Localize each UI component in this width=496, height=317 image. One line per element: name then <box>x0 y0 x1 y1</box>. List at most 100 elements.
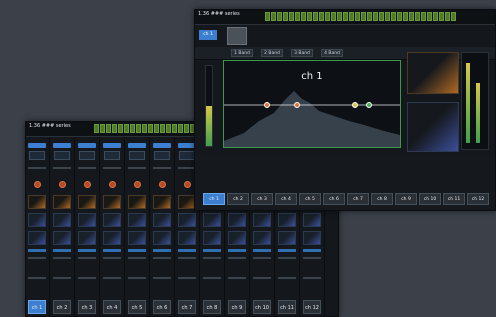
eq-thumb[interactable] <box>178 231 196 245</box>
channel-name-button[interactable]: ch 12 <box>303 300 321 314</box>
gate-graph[interactable] <box>407 52 459 94</box>
channel-name-button[interactable]: ch 8 <box>203 300 221 314</box>
eq-thumb[interactable] <box>53 231 71 245</box>
strip-label <box>128 277 146 279</box>
comp-thumb[interactable] <box>28 213 46 227</box>
comp-thumb[interactable] <box>203 213 221 227</box>
gate-thumb[interactable] <box>103 195 121 209</box>
channel-name-button[interactable]: ch 3 <box>78 300 96 314</box>
input-meter <box>205 65 213 147</box>
send-bar[interactable] <box>103 249 121 252</box>
comp-thumb[interactable] <box>228 213 246 227</box>
send-bar[interactable] <box>153 249 171 252</box>
channel-strip: ch 6 <box>151 137 175 316</box>
channel-select[interactable] <box>28 143 46 148</box>
channel-name-button[interactable]: ch 1 <box>28 300 46 314</box>
send-bar[interactable] <box>228 249 246 252</box>
eq-thumb[interactable] <box>303 231 321 245</box>
gate-thumb[interactable] <box>53 195 71 209</box>
channel-select[interactable] <box>53 143 71 148</box>
channel-name-button[interactable]: ch 9 <box>228 300 246 314</box>
send-bar[interactable] <box>28 249 46 252</box>
eq-band-4-handle[interactable] <box>366 102 372 108</box>
channel-select[interactable] <box>103 143 121 148</box>
gate-thumb[interactable] <box>78 195 96 209</box>
channel-name-button[interactable]: ch 4 <box>103 300 121 314</box>
channel-name-button[interactable]: ch 5 <box>128 300 146 314</box>
gain-knob[interactable] <box>109 181 116 188</box>
channel-name-button[interactable]: ch 7 <box>347 193 369 205</box>
eq-thumb[interactable] <box>78 231 96 245</box>
eq-thumb[interactable] <box>28 231 46 245</box>
send-bar[interactable] <box>253 249 271 252</box>
comp-thumb[interactable] <box>303 213 321 227</box>
eq-band-3-handle[interactable] <box>352 102 358 108</box>
strip-label <box>278 277 296 279</box>
comp-thumb[interactable] <box>253 213 271 227</box>
eq-thumb[interactable] <box>153 231 171 245</box>
channel-name-button[interactable]: ch 9 <box>395 193 417 205</box>
comp-thumb[interactable] <box>153 213 171 227</box>
strip-label <box>28 257 46 259</box>
channel-strip: ch 1 <box>26 137 50 316</box>
channel-tag[interactable]: ch 1 <box>199 30 217 40</box>
tab-band-3[interactable]: 3 Band <box>291 49 313 57</box>
eq-band-1-handle[interactable] <box>264 102 270 108</box>
gain-knob[interactable] <box>34 181 41 188</box>
eq-thumb[interactable] <box>128 231 146 245</box>
send-bar[interactable] <box>203 249 221 252</box>
channel-name-button[interactable]: ch 8 <box>371 193 393 205</box>
channel-name-button[interactable]: ch 1 <box>203 193 225 205</box>
eq-thumb[interactable] <box>203 231 221 245</box>
channel-name-button[interactable]: ch 7 <box>178 300 196 314</box>
strip-label <box>53 167 71 169</box>
eq-graph[interactable]: ch 1 <box>223 60 401 148</box>
comp-thumb[interactable] <box>278 213 296 227</box>
channel-name-button[interactable]: ch 4 <box>275 193 297 205</box>
tab-band-2[interactable]: 2 Band <box>261 49 283 57</box>
channel-name-button[interactable]: ch 2 <box>53 300 71 314</box>
gain-knob[interactable] <box>184 181 191 188</box>
gate-thumb[interactable] <box>128 195 146 209</box>
eq-thumb[interactable] <box>228 231 246 245</box>
comp-thumb[interactable] <box>78 213 96 227</box>
channel-name-button[interactable]: ch 10 <box>253 300 271 314</box>
toolbar-button[interactable] <box>227 27 247 45</box>
gain-knob[interactable] <box>59 181 66 188</box>
channel-select[interactable] <box>128 143 146 148</box>
comp-thumb[interactable] <box>103 213 121 227</box>
channel-name-button[interactable]: ch 12 <box>467 193 489 205</box>
eq-thumb[interactable] <box>103 231 121 245</box>
channel-name-button[interactable]: ch 11 <box>443 193 465 205</box>
comp-thumb[interactable] <box>128 213 146 227</box>
gate-thumb[interactable] <box>28 195 46 209</box>
channel-name-button[interactable]: ch 3 <box>251 193 273 205</box>
channel-name-button[interactable]: ch 5 <box>299 193 321 205</box>
eq-band-2-handle[interactable] <box>294 102 300 108</box>
send-bar[interactable] <box>78 249 96 252</box>
channel-name-button[interactable]: ch 2 <box>227 193 249 205</box>
eq-thumb[interactable] <box>253 231 271 245</box>
channel-name-button[interactable]: ch 6 <box>153 300 171 314</box>
tab-band-1[interactable]: 1 Band <box>231 49 253 57</box>
gate-thumb[interactable] <box>153 195 171 209</box>
gain-knob[interactable] <box>84 181 91 188</box>
tab-band-4[interactable]: 4 Band <box>321 49 343 57</box>
comp-thumb[interactable] <box>178 213 196 227</box>
send-bar[interactable] <box>53 249 71 252</box>
eq-thumb[interactable] <box>278 231 296 245</box>
channel-select[interactable] <box>78 143 96 148</box>
comp-graph[interactable] <box>407 102 459 152</box>
gain-knob[interactable] <box>159 181 166 188</box>
gain-knob[interactable] <box>134 181 141 188</box>
send-bar[interactable] <box>278 249 296 252</box>
send-bar[interactable] <box>178 249 196 252</box>
send-bar[interactable] <box>303 249 321 252</box>
channel-name-button[interactable]: ch 10 <box>419 193 441 205</box>
strip-label <box>78 257 96 259</box>
channel-name-button[interactable]: ch 6 <box>323 193 345 205</box>
send-bar[interactable] <box>128 249 146 252</box>
channel-select[interactable] <box>153 143 171 148</box>
channel-name-button[interactable]: ch 11 <box>278 300 296 314</box>
comp-thumb[interactable] <box>53 213 71 227</box>
